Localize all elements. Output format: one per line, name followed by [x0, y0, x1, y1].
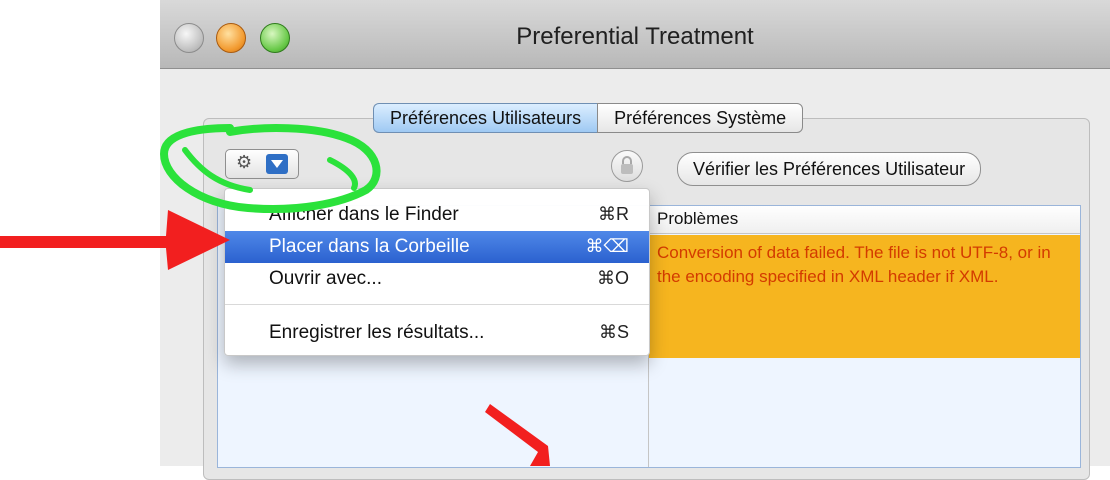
preferences-window: Preferential Treatment Préférences Utili… — [160, 0, 1110, 480]
gear-icon: ⚙ — [236, 152, 253, 172]
menu-item-open-with-label: Ouvrir avec... — [269, 268, 382, 289]
menu-item-show-in-finder[interactable]: Afficher dans le Finder ⌘R — [225, 199, 649, 231]
problems-column-header-label: Problèmes — [657, 209, 739, 228]
menu-item-save-results[interactable]: Enregistrer les résultats... ⌘S — [225, 317, 649, 349]
tab-user-preferences[interactable]: Préférences Utilisateurs — [373, 103, 598, 133]
window-titlebar: Preferential Treatment — [160, 0, 1110, 69]
menu-item-save-results-shortcut: ⌘S — [598, 322, 629, 342]
menu-item-save-results-label: Enregistrer les résultats... — [269, 322, 485, 343]
menu-item-open-with[interactable]: Ouvrir avec... ⌘O — [225, 263, 649, 295]
menu-separator — [225, 304, 649, 305]
window-title: Preferential Treatment — [516, 23, 754, 50]
triangle-down-icon — [266, 154, 288, 174]
verify-user-preferences-button[interactable]: Vérifier les Préférences Utilisateur — [677, 152, 982, 186]
action-menu-button[interactable]: ⚙ — [225, 149, 299, 179]
menu-item-show-in-finder-shortcut: ⌘R — [598, 204, 629, 224]
problem-row[interactable]: Conversion of data failed. The file is n… — [649, 235, 1080, 358]
menu-item-move-to-trash-label: Placer dans la Corbeille — [269, 236, 470, 257]
tab-system-preferences[interactable]: Préférences Système — [597, 103, 804, 133]
menu-item-show-in-finder-label: Afficher dans le Finder — [269, 204, 459, 225]
action-context-menu: Afficher dans le Finder ⌘R Placer dans l… — [224, 188, 650, 356]
problem-message: Conversion of data failed. The file is n… — [657, 243, 1051, 286]
menu-item-open-with-shortcut: ⌘O — [596, 268, 629, 288]
menu-item-move-to-trash[interactable]: Placer dans la Corbeille ⌘⌫ — [225, 231, 649, 263]
problems-column-header[interactable]: Problèmes — [649, 206, 1080, 234]
lock-icon — [621, 156, 633, 174]
lock-button[interactable] — [611, 150, 643, 182]
preferences-tab-bar: Préférences Utilisateurs Préférences Sys… — [373, 103, 804, 133]
menu-item-move-to-trash-shortcut: ⌘⌫ — [585, 236, 629, 256]
